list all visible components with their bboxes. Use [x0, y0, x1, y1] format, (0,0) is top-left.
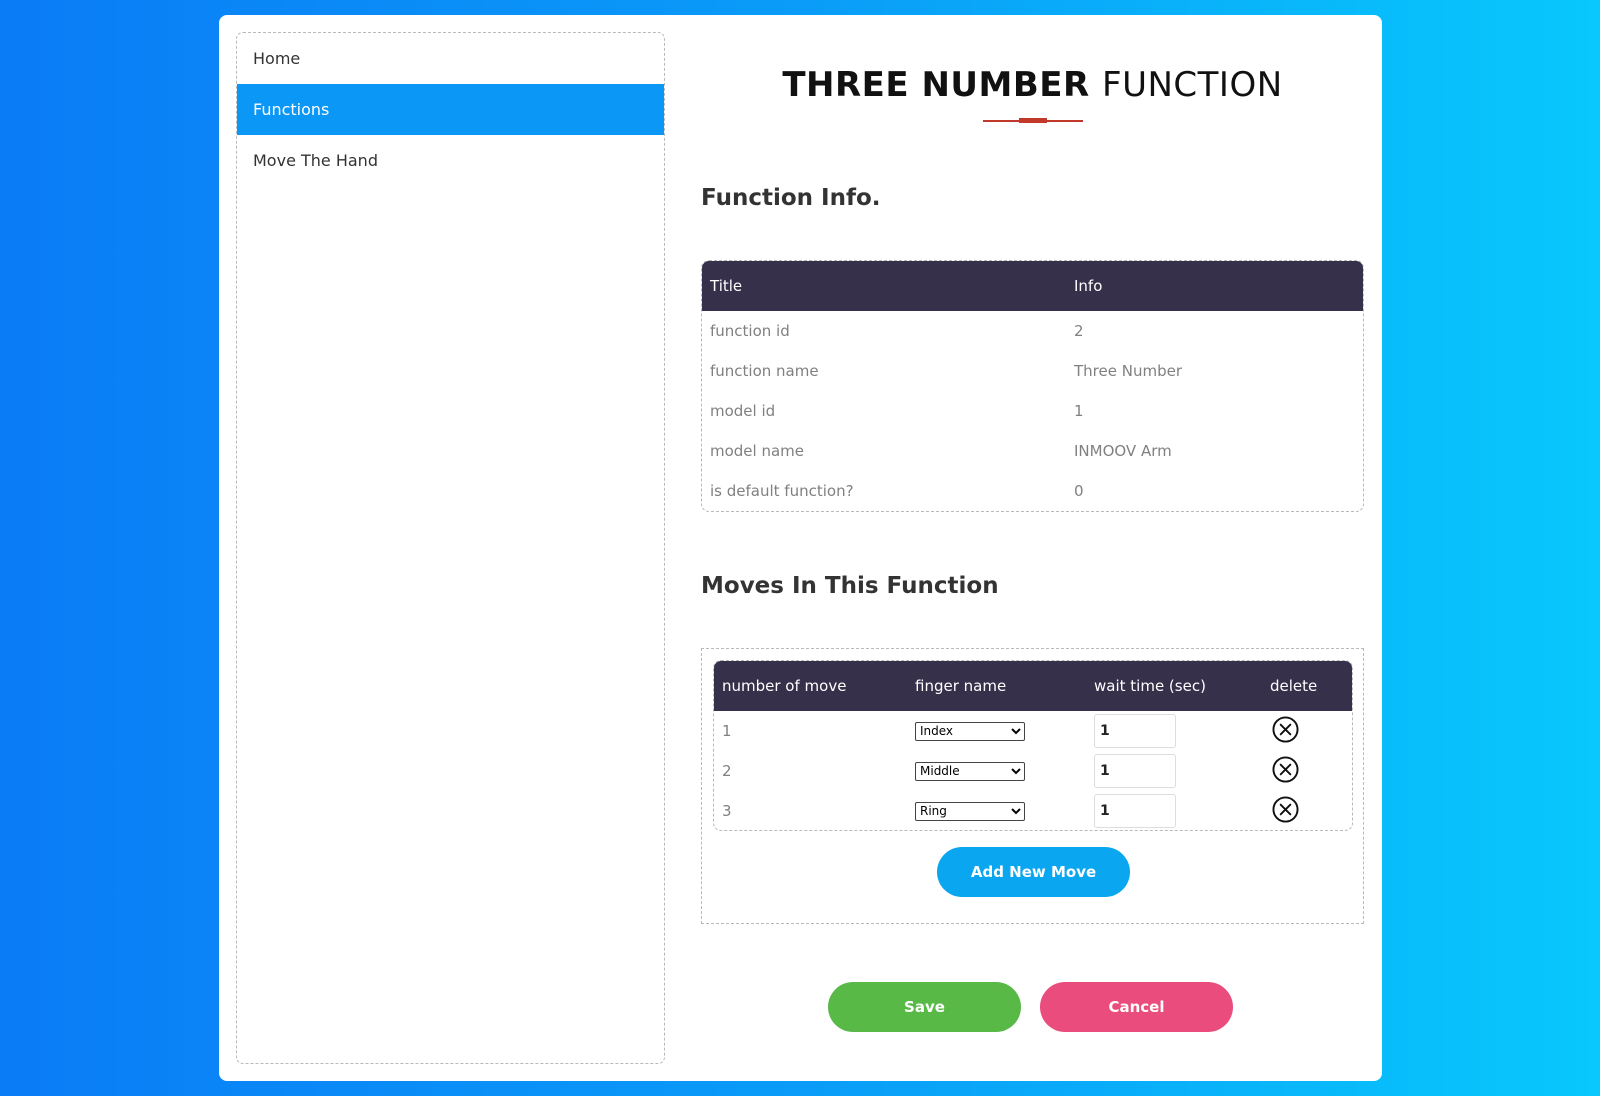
row-title: model name	[710, 442, 805, 460]
wait-time-input[interactable]	[1094, 754, 1176, 788]
page-title-light: FUNCTION	[1102, 65, 1283, 105]
row-info: 1	[1074, 402, 1084, 420]
moves-table: number of move finger name wait time (se…	[713, 660, 1353, 831]
cancel-button[interactable]: Cancel	[1040, 982, 1233, 1032]
delete-icon[interactable]	[1272, 715, 1299, 743]
row-info: 0	[1074, 482, 1084, 500]
moves-section: number of move finger name wait time (se…	[701, 648, 1364, 924]
sidebar-item-functions[interactable]: Functions	[237, 84, 664, 135]
move-number: 1	[722, 722, 732, 740]
row-title: function name	[710, 362, 819, 380]
table-row: 3 Ring	[714, 791, 1352, 830]
sidebar: Home Functions Move The Hand	[236, 32, 665, 1064]
move-number: 3	[722, 802, 732, 820]
column-header-delete: delete	[1270, 677, 1318, 695]
table-row: 1 Index	[714, 711, 1352, 751]
column-header-title: Title	[710, 277, 743, 295]
save-button[interactable]: Save	[828, 982, 1021, 1032]
page-title: THREE NUMBER FUNCTION	[701, 65, 1364, 105]
moves-heading: Moves In This Function	[701, 573, 999, 599]
page-title-bold: THREE NUMBER	[782, 65, 1090, 105]
function-info-table: Title Info function id 2 function name T…	[701, 260, 1364, 512]
wait-time-input[interactable]	[1094, 714, 1176, 748]
table-row: function name Three Number	[702, 351, 1363, 391]
function-info-heading: Function Info.	[701, 185, 881, 211]
column-header-number: number of move	[722, 677, 847, 695]
row-title: is default function?	[710, 482, 854, 500]
table-header: Title Info	[702, 261, 1363, 311]
delete-icon[interactable]	[1272, 755, 1299, 783]
row-title: model id	[710, 402, 776, 420]
finger-select[interactable]: Index	[915, 721, 1025, 741]
table-header: number of move finger name wait time (se…	[714, 661, 1352, 711]
wait-time-input[interactable]	[1094, 794, 1176, 828]
row-info: Three Number	[1074, 362, 1182, 380]
table-row: model name INMOOV Arm	[702, 431, 1363, 471]
main-content: THREE NUMBER FUNCTION Function Info. Tit…	[701, 15, 1364, 1081]
sidebar-item-home[interactable]: Home	[237, 33, 664, 84]
main-card: Home Functions Move The Hand THREE NUMBE…	[219, 15, 1382, 1081]
table-row: 2 Middle	[714, 751, 1352, 791]
row-info: 2	[1074, 322, 1084, 340]
sidebar-item-move-the-hand[interactable]: Move The Hand	[237, 135, 664, 186]
title-underline-accent	[1019, 118, 1047, 123]
column-header-finger: finger name	[915, 677, 1007, 695]
row-title: function id	[710, 322, 790, 340]
table-row: model id 1	[702, 391, 1363, 431]
delete-icon[interactable]	[1272, 795, 1299, 823]
move-number: 2	[722, 762, 732, 780]
finger-select[interactable]: Middle	[915, 761, 1025, 781]
finger-select[interactable]: Ring	[915, 801, 1025, 821]
column-header-wait: wait time (sec)	[1094, 677, 1206, 695]
add-new-move-button[interactable]: Add New Move	[937, 847, 1130, 897]
table-row: function id 2	[702, 311, 1363, 351]
row-info: INMOOV Arm	[1074, 442, 1172, 460]
table-row: is default function? 0	[702, 471, 1363, 511]
column-header-info: Info	[1074, 277, 1103, 295]
